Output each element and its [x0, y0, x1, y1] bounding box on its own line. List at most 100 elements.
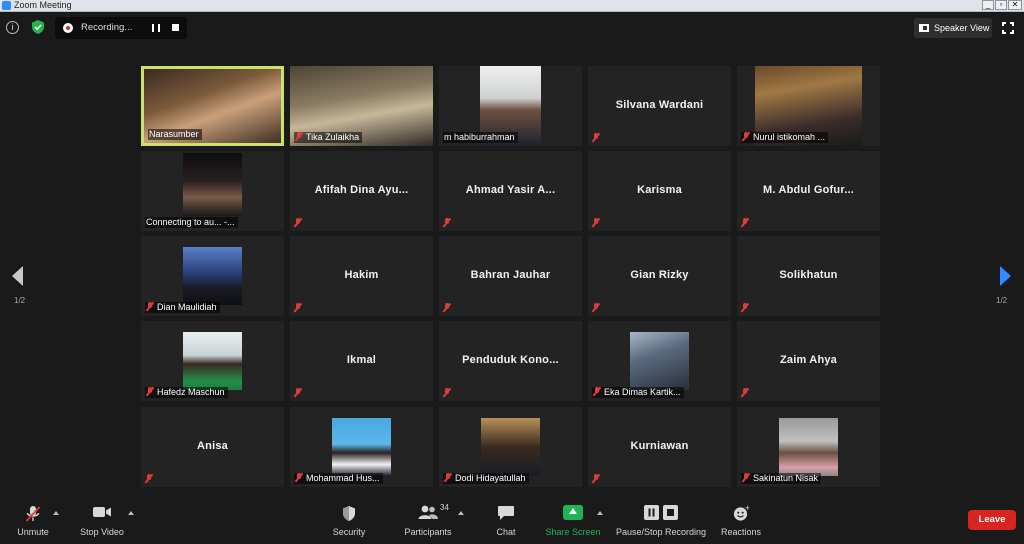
participant-tile[interactable]: Hafedz Maschun [141, 321, 284, 401]
minimize-button[interactable]: _ [982, 0, 994, 10]
participant-name-label: Nurul istikomah ... [741, 132, 829, 143]
muted-mic-icon [443, 303, 451, 312]
meeting-controls-toolbar: Unmute Stop Video Security Participants … [0, 494, 1024, 544]
window-titlebar: Zoom Meeting _ ▫ ✕ [0, 0, 1024, 12]
reactions-smiley-icon: + [733, 505, 750, 521]
participant-video [630, 332, 689, 390]
muted-mic-icon [742, 132, 750, 141]
page-indicator-right: 1/2 [996, 296, 1008, 305]
window-controls: _ ▫ ✕ [982, 0, 1022, 11]
participant-video [481, 418, 540, 476]
participant-tile[interactable]: Eka Dimas Kartik... [588, 321, 731, 401]
participant-tile[interactable]: Kurniawan [588, 407, 731, 487]
muted-mic-icon [294, 303, 302, 312]
participant-name: Connecting to au... -... [146, 217, 235, 227]
muted-mic-icon [592, 218, 600, 227]
participant-tile[interactable]: Afifah Dina Ayu... [290, 151, 433, 231]
participant-name: Solikhatun [779, 269, 838, 281]
muted-mic-icon [295, 132, 303, 141]
security-button[interactable]: Security [330, 494, 368, 544]
participant-tile[interactable]: Sakinatun Nisak [737, 407, 880, 487]
participant-tile[interactable]: Gian Rizky [588, 236, 731, 316]
participant-name: Kurniawan [630, 440, 689, 452]
participant-tile[interactable]: Solikhatun [737, 236, 880, 316]
participant-tile[interactable]: Nurul istikomah ... [737, 66, 880, 146]
muted-mic-icon [444, 473, 452, 482]
fullscreen-icon[interactable] [1002, 22, 1014, 34]
reactions-button[interactable]: + Reactions [718, 494, 764, 544]
muted-mic-icon [294, 218, 302, 227]
stop-recording-icon[interactable] [172, 24, 179, 31]
svg-text:+: + [745, 505, 750, 512]
participant-tile[interactable]: Dodi Hidayatullah [439, 407, 582, 487]
muted-mic-icon [146, 387, 154, 396]
share-screen-button[interactable]: Share Screen [545, 494, 601, 544]
participant-name: Dian Maulidiah [157, 302, 217, 312]
recording-label: Recording... [81, 22, 133, 33]
participant-name: M. Abdul Gofur... [763, 184, 854, 196]
share-options-chevron-icon[interactable] [597, 511, 603, 515]
chat-label: Chat [496, 527, 516, 537]
participants-button[interactable]: Participants [402, 494, 454, 544]
participant-video [183, 153, 242, 216]
stop-video-button[interactable]: Stop Video [76, 494, 128, 544]
participant-name: Anisa [197, 440, 228, 452]
muted-mic-icon [592, 133, 600, 142]
participant-name: Tika Zulaikha [306, 132, 360, 142]
video-camera-icon [93, 507, 111, 517]
video-options-chevron-icon[interactable] [128, 511, 134, 515]
participant-tile[interactable]: Ikmal [290, 321, 433, 401]
participant-name: Zaim Ahya [779, 354, 838, 366]
muted-mic-icon [145, 474, 153, 483]
restore-button[interactable]: ▫ [995, 0, 1007, 10]
participant-name: Hakim [344, 269, 379, 281]
muted-mic-icon [592, 474, 600, 483]
participant-tile[interactable]: Narasumber [141, 66, 284, 146]
participant-tile[interactable]: M. Abdul Gofur... [737, 151, 880, 231]
participant-name-label: Hafedz Maschun [145, 387, 228, 398]
pause-recording-icon[interactable] [152, 24, 160, 32]
participant-name: Ikmal [346, 354, 377, 366]
participant-name: Bahran Jauhar [470, 269, 551, 281]
participant-tile[interactable]: Penduduk Kono... [439, 321, 582, 401]
participants-icon [418, 505, 438, 519]
encryption-shield-icon[interactable] [30, 19, 46, 35]
next-page-arrow-icon[interactable] [1000, 266, 1011, 286]
muted-mic-icon [742, 473, 750, 482]
participant-name: Dodi Hidayatullah [455, 473, 526, 483]
security-shield-icon [343, 506, 355, 521]
muted-mic-icon [294, 388, 302, 397]
participant-name-label: Dodi Hidayatullah [443, 473, 529, 484]
stop-video-label: Stop Video [80, 527, 124, 537]
participant-tile[interactable]: Mohammad Hus... [290, 407, 433, 487]
unmute-button[interactable]: Unmute [10, 494, 56, 544]
participant-tile[interactable]: Dian Maulidiah [141, 236, 284, 316]
leave-meeting-button[interactable]: Leave [968, 510, 1016, 530]
muted-mic-icon [443, 218, 451, 227]
participant-name: m habiburrahman [444, 132, 515, 142]
recording-indicator: Recording... [55, 17, 187, 39]
meeting-info-icon[interactable]: i [6, 21, 19, 34]
security-label: Security [332, 527, 366, 537]
close-window-button[interactable]: ✕ [1008, 0, 1022, 10]
previous-page-arrow-icon[interactable] [12, 266, 23, 286]
audio-options-chevron-icon[interactable] [53, 511, 59, 515]
pause-stop-recording-button[interactable]: Pause/Stop Recording [615, 494, 707, 544]
participants-options-chevron-icon[interactable] [458, 511, 464, 515]
participant-name: Narasumber [149, 129, 199, 139]
participant-name: Silvana Wardani [615, 99, 704, 111]
participant-tile[interactable]: m habiburrahman [439, 66, 582, 146]
participant-tile[interactable]: Tika Zulaikha [290, 66, 433, 146]
participant-tile[interactable]: Hakim [290, 236, 433, 316]
participant-tile[interactable]: Silvana Wardani [588, 66, 731, 146]
pause-stop-recording-label: Pause/Stop Recording [615, 527, 707, 537]
participant-tile[interactable]: Bahran Jauhar [439, 236, 582, 316]
participant-tile[interactable]: Anisa [141, 407, 284, 487]
participant-tile[interactable]: Karisma [588, 151, 731, 231]
participant-tile[interactable]: Connecting to au... -... [141, 151, 284, 231]
speaker-view-button[interactable]: Speaker View [914, 18, 992, 38]
participant-tile[interactable]: Zaim Ahya [737, 321, 880, 401]
participant-tile[interactable]: Ahmad Yasir A... [439, 151, 582, 231]
pause-stop-recording-icon [644, 505, 678, 520]
chat-button[interactable]: Chat [492, 494, 520, 544]
